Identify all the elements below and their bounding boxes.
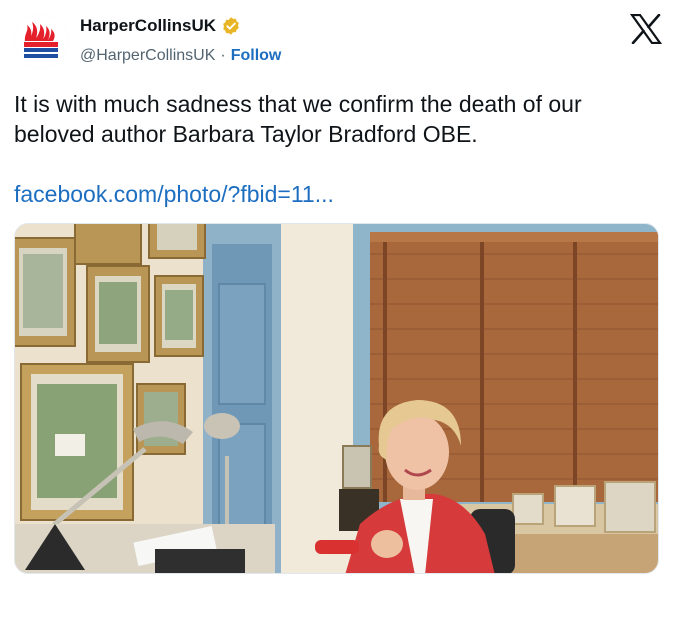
x-logo-icon[interactable] (630, 14, 662, 44)
author-handle-row: @HarperCollinsUK · Follow (80, 47, 281, 65)
tweet-photo[interactable] (14, 223, 659, 574)
author-avatar[interactable] (14, 14, 68, 68)
author-display-name[interactable]: HarperCollinsUK (80, 16, 216, 36)
harpercollins-logo-icon (14, 14, 68, 68)
tweet-link[interactable]: facebook.com/photo/?fbid=11... (14, 179, 334, 209)
tweet-text: It is with much sadness that we confirm … (14, 91, 582, 147)
author-office-photo (15, 224, 658, 573)
separator-dot: · (220, 47, 226, 64)
verified-badge-icon (223, 17, 239, 35)
author-name-row: HarperCollinsUK (80, 16, 241, 36)
author-handle[interactable]: @HarperCollinsUK (80, 47, 215, 65)
follow-button[interactable]: Follow (231, 47, 282, 65)
